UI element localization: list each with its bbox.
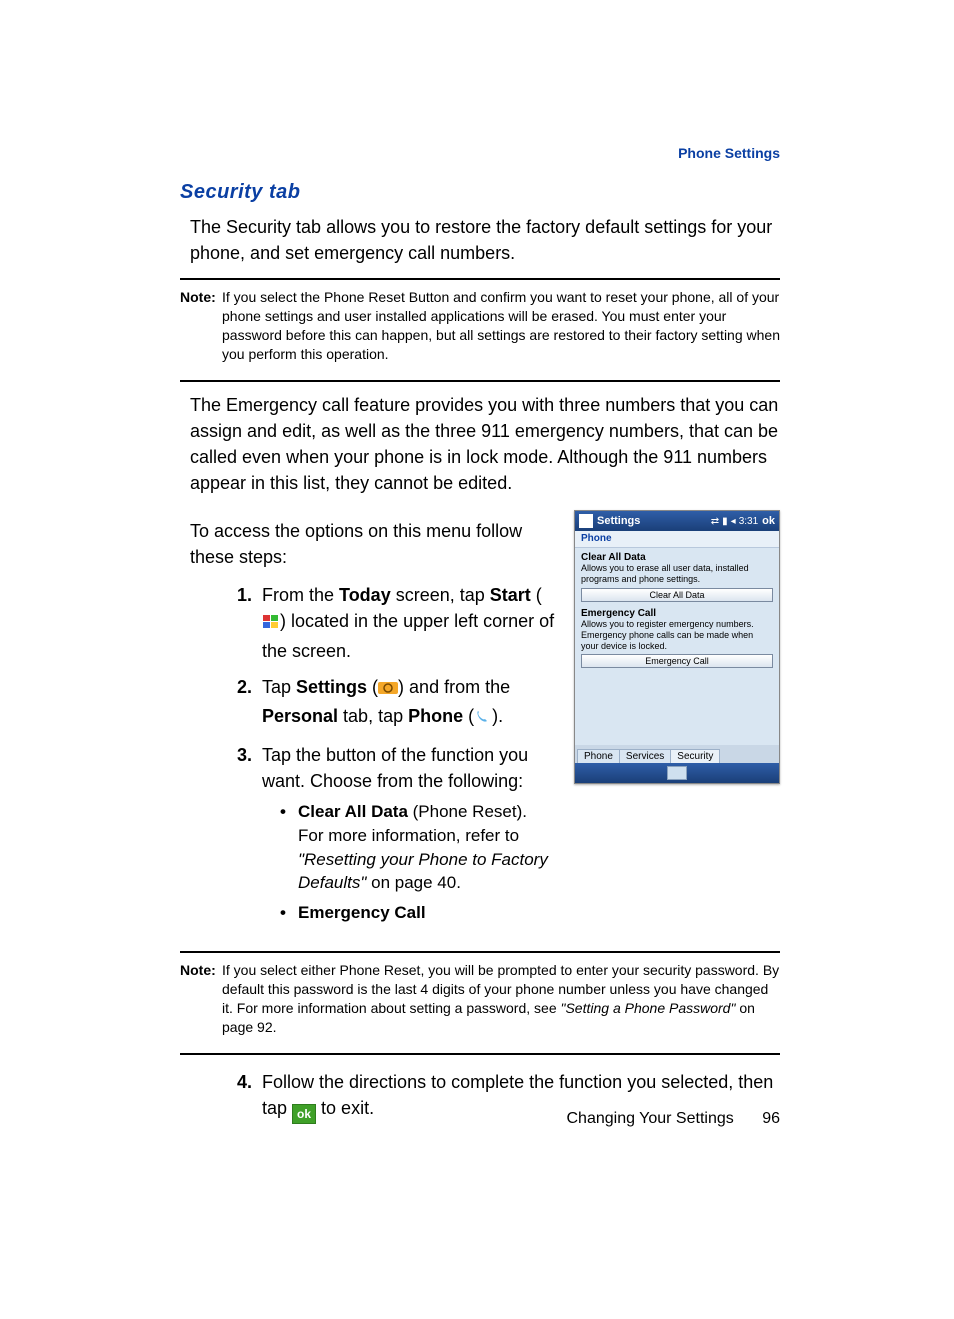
step-number: 3.	[218, 742, 262, 931]
connectivity-icon: ⇄	[711, 516, 719, 527]
tab-phone[interactable]: Phone	[577, 749, 620, 763]
emergency-call-button[interactable]: Emergency Call	[581, 654, 773, 668]
page-footer: Changing Your Settings 96	[180, 1110, 780, 1128]
note-text: If you select either Phone Reset, you wi…	[222, 961, 780, 1037]
text-bold: Phone	[408, 706, 463, 726]
divider	[180, 278, 780, 280]
section-desc-emergency: Allows you to register emergency numbers…	[581, 619, 773, 653]
text-bold: Emergency Call	[298, 901, 426, 925]
text: ) and from the	[398, 677, 510, 697]
note-2: Note: If you select either Phone Reset, …	[180, 959, 780, 1043]
text-bold: Clear All Data	[298, 802, 408, 821]
clock: 3:31	[739, 516, 758, 527]
bullet-dot: •	[280, 901, 298, 925]
divider	[180, 1053, 780, 1055]
tab-services[interactable]: Services	[619, 749, 671, 763]
device-screenshot: Settings ⇄ ▮ ◂ 3:31 ok Phone Clear All D…	[574, 510, 780, 784]
paragraph-emergency: The Emergency call feature provides you …	[190, 392, 780, 496]
text: ).	[492, 706, 503, 726]
start-icon[interactable]	[579, 514, 593, 528]
text: (	[531, 585, 542, 605]
intro-paragraph: The Security tab allows you to restore t…	[190, 214, 780, 266]
divider	[180, 951, 780, 953]
step-3: 3. Tap the button of the function you wa…	[218, 742, 556, 931]
tab-security[interactable]: Security	[670, 749, 720, 763]
step-number: 2.	[218, 674, 262, 732]
step-number: 1.	[218, 582, 262, 663]
text: ) located in the upper left corner of th…	[262, 611, 554, 660]
section-header: Phone Settings	[678, 145, 780, 161]
ok-button[interactable]: ok	[762, 515, 775, 527]
text-bold: Personal	[262, 706, 338, 726]
text: Tap the button of the function you want.…	[262, 745, 528, 791]
step-1: 1. From the Today screen, tap Start ( ) l…	[218, 582, 556, 663]
text: tab, tap	[338, 706, 408, 726]
text-bold: Start	[490, 585, 531, 605]
text-bold: Settings	[296, 677, 367, 697]
device-title: Settings	[597, 515, 640, 527]
footer-chapter: Changing Your Settings	[567, 1110, 734, 1127]
text: screen, tap	[391, 585, 490, 605]
bullet-clear-all-data: • Clear All Data (Phone Reset). For more…	[280, 800, 556, 895]
volume-icon: ◂	[731, 516, 736, 527]
device-titlebar: Settings ⇄ ▮ ◂ 3:31 ok	[575, 511, 779, 531]
note-1: Note: If you select the Phone Reset Butt…	[180, 286, 780, 370]
step-2: 2. Tap Settings ( ) and from the Personal…	[218, 674, 556, 732]
start-icon	[262, 611, 280, 637]
divider	[180, 380, 780, 382]
status-icons: ⇄ ▮ ◂ 3:31	[711, 516, 758, 527]
phone-icon	[474, 706, 492, 732]
paragraph-access: To access the options on this menu follo…	[190, 518, 556, 570]
heading-security-tab: Security tab	[180, 181, 780, 204]
device-tabs: Phone Services Security	[575, 745, 779, 763]
note-label: Note:	[180, 961, 222, 1037]
text-reference: "Setting a Phone Password"	[561, 1000, 736, 1016]
bullet-dot: •	[280, 800, 298, 895]
note-text: If you select the Phone Reset Button and…	[222, 288, 780, 364]
text: From the	[262, 585, 339, 605]
keyboard-icon[interactable]	[667, 766, 687, 780]
section-title-emergency: Emergency Call	[581, 608, 773, 619]
section-desc-clear-all: Allows you to erase all user data, insta…	[581, 563, 773, 586]
text: (	[463, 706, 474, 726]
text: (	[367, 677, 378, 697]
clear-all-data-button[interactable]: Clear All Data	[581, 588, 773, 602]
signal-icon: ▮	[722, 516, 728, 527]
device-subheader: Phone	[575, 531, 779, 548]
settings-icon	[378, 677, 398, 703]
note-label: Note:	[180, 288, 222, 364]
footer-page-number: 96	[762, 1110, 780, 1127]
bullet-emergency-call: • Emergency Call	[280, 901, 556, 925]
device-content: Clear All Data Allows you to erase all u…	[575, 548, 779, 756]
text: on page 40.	[366, 873, 461, 892]
text-bold: Today	[339, 585, 391, 605]
text: Tap	[262, 677, 296, 697]
device-sip-bar	[575, 763, 779, 783]
section-title-clear-all: Clear All Data	[581, 552, 773, 563]
